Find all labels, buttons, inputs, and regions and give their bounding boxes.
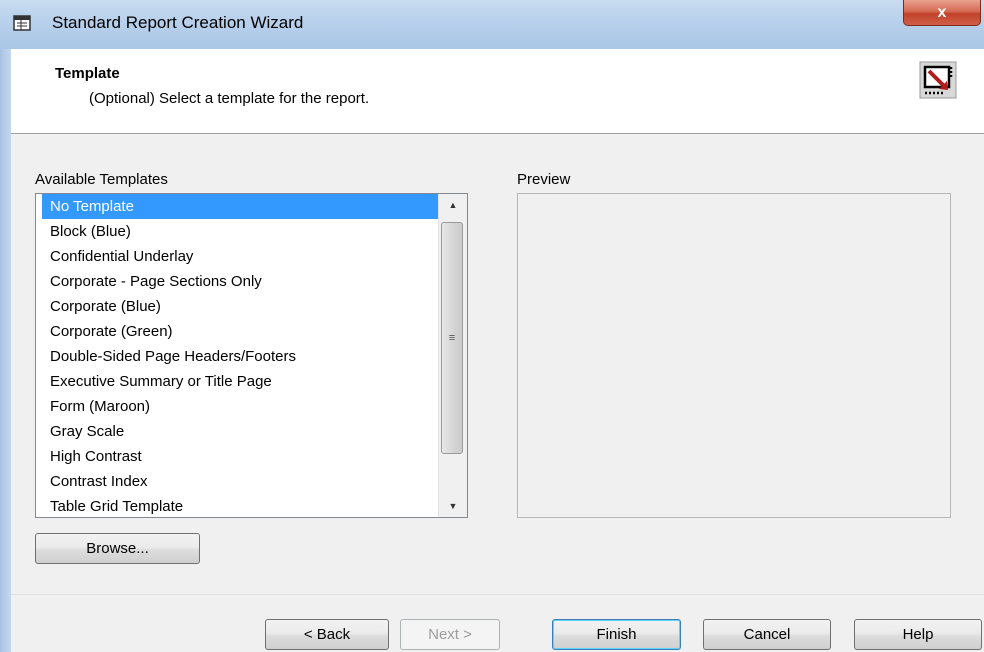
template-list-item[interactable]: Block (Blue) — [42, 219, 438, 244]
browse-button[interactable]: Browse... — [35, 533, 200, 564]
cancel-button[interactable]: Cancel — [703, 619, 831, 650]
page-title: Template — [55, 65, 120, 82]
template-list-item[interactable]: High Contrast — [42, 444, 438, 469]
window-title: Standard Report Creation Wizard — [52, 13, 304, 32]
footer-divider — [11, 594, 984, 595]
down-arrow-icon[interactable]: ▼ — [439, 495, 467, 517]
templates-list: No Template Block (Blue) Confidential Unde… — [36, 194, 467, 517]
wizard-header: Template (Optional) Select a template fo… — [11, 49, 984, 134]
templates-listbox[interactable]: No Template Block (Blue) Confidential Unde… — [35, 193, 468, 518]
template-list-item[interactable]: Table Grid Template — [42, 494, 438, 517]
close-button[interactable]: x — [903, 0, 981, 26]
scrollbar-thumb[interactable]: ≡ — [441, 222, 463, 454]
close-icon: x — [937, 3, 947, 21]
template-list-item[interactable]: Corporate (Blue) — [42, 294, 438, 319]
template-list-item[interactable]: Contrast Index — [42, 469, 438, 494]
template-list-item[interactable]: Confidential Underlay — [42, 244, 438, 269]
template-list-item[interactable]: Form (Maroon) — [42, 394, 438, 419]
template-list-item[interactable]: Corporate - Page Sections Only — [42, 269, 438, 294]
available-templates-label: Available Templates — [35, 171, 168, 188]
report-app-icon — [12, 13, 32, 33]
window-frame-left — [0, 49, 11, 652]
finish-button[interactable]: Finish — [552, 619, 681, 650]
next-button[interactable]: Next > — [400, 619, 500, 650]
template-list-item[interactable]: Corporate (Green) — [42, 319, 438, 344]
preview-label: Preview — [517, 171, 571, 188]
preview-pane — [517, 193, 951, 518]
templates-scrollbar[interactable]: ▲ ≡ ▼ — [438, 194, 467, 517]
template-list-item[interactable]: Executive Summary or Title Page — [42, 369, 438, 394]
title-bar: Standard Report Creation Wizard x — [0, 0, 984, 50]
help-button[interactable]: Help — [854, 619, 982, 650]
template-list-item[interactable]: Double-Sided Page Headers/Footers — [42, 344, 438, 369]
page-subtitle: (Optional) Select a template for the rep… — [89, 90, 370, 107]
template-list-item[interactable]: Gray Scale — [42, 419, 438, 444]
up-arrow-icon[interactable]: ▲ — [439, 194, 467, 216]
back-button[interactable]: < Back — [265, 619, 389, 650]
wizard-template-icon — [919, 61, 957, 99]
template-list-item[interactable]: No Template — [42, 194, 438, 219]
